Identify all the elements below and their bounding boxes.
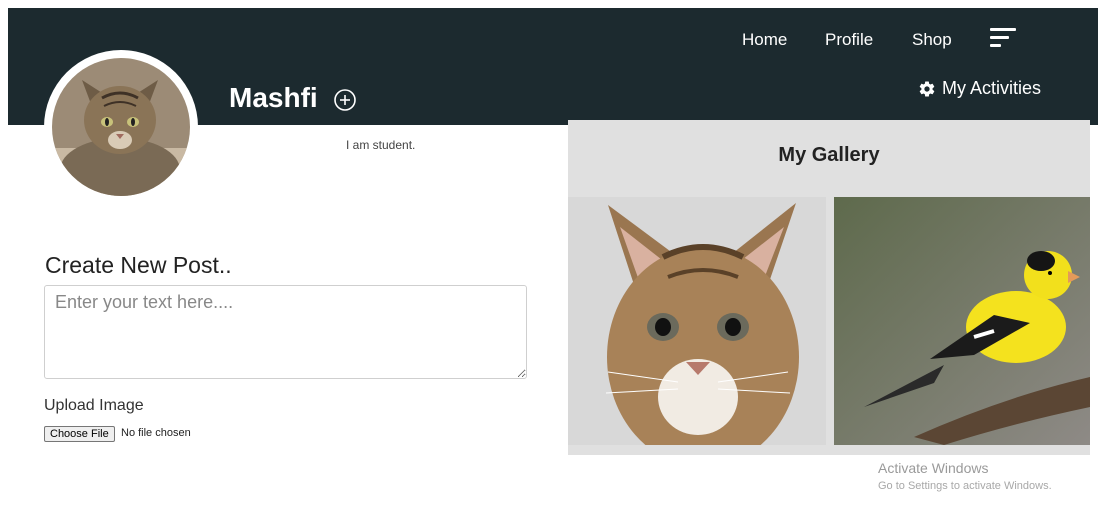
hamburger-menu-icon[interactable]	[990, 28, 1018, 48]
my-activities-label: My Activities	[942, 78, 1042, 98]
nav-shop-link[interactable]: Shop	[912, 30, 952, 50]
upload-image-label: Upload Image	[44, 397, 144, 414]
profile-name: Mashfi	[229, 82, 318, 113]
nav-profile-link[interactable]: Profile	[825, 30, 873, 50]
gear-icon	[919, 81, 935, 97]
kitten-photo[interactable]	[568, 197, 826, 445]
cat-avatar	[52, 58, 190, 196]
nav-home-link[interactable]: Home	[742, 30, 787, 50]
avatar[interactable]	[44, 50, 198, 204]
activate-windows-subtitle: Go to Settings to activate Windows.	[878, 480, 1052, 492]
my-activities-link[interactable]: My Activities	[918, 78, 1041, 99]
create-post-heading: Create New Post..	[45, 252, 232, 278]
plus-circle-icon[interactable]	[333, 88, 357, 112]
choose-file-button[interactable]: Choose File	[44, 426, 115, 442]
gallery-panel: My Gallery	[568, 120, 1090, 455]
file-status-text: No file chosen	[121, 427, 191, 439]
gallery-title: My Gallery	[778, 144, 880, 166]
activate-windows-title: Activate Windows	[878, 460, 989, 476]
goldfinch-bird-photo[interactable]	[834, 197, 1090, 445]
post-text-input[interactable]	[44, 285, 527, 379]
profile-bio: I am student.	[346, 138, 416, 152]
